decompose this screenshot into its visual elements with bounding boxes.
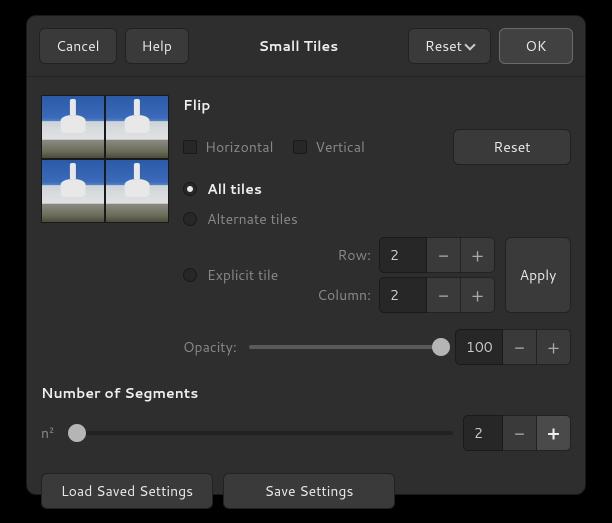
segments-slider-thumb[interactable]	[68, 424, 86, 442]
segments-increment-button[interactable]: +	[537, 415, 571, 451]
row-input[interactable]: 2	[379, 237, 427, 273]
row-spinner: 2 − +	[379, 237, 495, 273]
reset-label: Reset	[425, 36, 462, 56]
column-spinner: 2 − +	[379, 277, 495, 313]
preview-tile	[41, 159, 105, 223]
ok-button[interactable]: OK	[499, 28, 573, 64]
segments-input[interactable]: 2	[463, 415, 503, 451]
row-control: Row: 2 − +	[303, 237, 495, 273]
radio-button	[183, 182, 197, 196]
segments-slider[interactable]	[69, 431, 453, 435]
load-settings-button[interactable]: Load Saved Settings	[41, 473, 213, 509]
preview-image	[41, 95, 169, 223]
checkbox-box	[293, 140, 307, 154]
explicit-tile-row: Explicit tile Row: 2 − + Column:	[183, 237, 571, 313]
radio-button	[183, 212, 197, 226]
vertical-checkbox[interactable]: Vertical	[293, 137, 364, 157]
opacity-increment-button[interactable]: +	[537, 329, 571, 365]
column-input[interactable]: 2	[379, 277, 427, 313]
segments-decrement-button[interactable]: −	[503, 415, 537, 451]
column-label: Column:	[317, 285, 371, 305]
explicit-tile-radio[interactable]: Explicit tile	[183, 265, 293, 285]
opacity-spinner: 100 − +	[455, 329, 571, 365]
row-decrement-button[interactable]: −	[427, 237, 461, 273]
preview-tile	[105, 95, 169, 159]
vertical-label: Vertical	[315, 137, 364, 157]
opacity-label: Opacity:	[183, 337, 235, 357]
column-decrement-button[interactable]: −	[427, 277, 461, 313]
column-increment-button[interactable]: +	[461, 277, 495, 313]
row-label: Row:	[337, 245, 371, 265]
segments-title: Number of Segments	[41, 383, 571, 403]
flip-reset-button[interactable]: Reset	[453, 129, 571, 165]
help-button[interactable]: Help	[125, 28, 189, 64]
checkbox-box	[183, 140, 197, 154]
alternate-tiles-label: Alternate tiles	[207, 209, 298, 229]
opacity-slider[interactable]	[249, 345, 441, 349]
n-squared-label: n²	[41, 423, 59, 443]
opacity-decrement-button[interactable]: −	[503, 329, 537, 365]
opacity-row: Opacity: 100 − +	[183, 329, 571, 365]
preview-tile	[105, 159, 169, 223]
tile-mode-radios: All tiles Alternate tiles	[183, 179, 571, 229]
opacity-slider-thumb[interactable]	[432, 338, 450, 356]
dialog-content: Flip Horizontal Vertical Reset	[27, 77, 585, 523]
flip-panel: Flip Horizontal Vertical Reset	[183, 95, 571, 365]
horizontal-checkbox[interactable]: Horizontal	[183, 137, 273, 157]
alternate-tiles-radio[interactable]: Alternate tiles	[183, 209, 571, 229]
row-increment-button[interactable]: +	[461, 237, 495, 273]
opacity-input[interactable]: 100	[455, 329, 503, 365]
dialog-header: Cancel Help Small Tiles Reset OK	[27, 16, 585, 77]
save-settings-button[interactable]: Save Settings	[223, 473, 395, 509]
apply-button[interactable]: Apply	[505, 237, 571, 313]
cancel-button[interactable]: Cancel	[39, 28, 117, 64]
flip-title: Flip	[183, 95, 571, 115]
footer-buttons: Load Saved Settings Save Settings	[41, 473, 571, 509]
plus-icon: +	[547, 420, 559, 446]
segments-spinner: 2 − +	[463, 415, 571, 451]
segments-row: n² 2 − +	[41, 415, 571, 451]
top-section: Flip Horizontal Vertical Reset	[41, 95, 571, 365]
row-column-stack: Row: 2 − + Column: 2 −	[303, 237, 495, 313]
dialog-title: Small Tiles	[197, 36, 400, 56]
all-tiles-radio[interactable]: All tiles	[183, 179, 571, 199]
explicit-tile-label: Explicit tile	[207, 265, 278, 285]
horizontal-label: Horizontal	[205, 137, 273, 157]
chevron-down-icon	[464, 39, 475, 50]
column-control: Column: 2 − +	[303, 277, 495, 313]
flip-checkbox-row: Horizontal Vertical Reset	[183, 129, 571, 165]
dialog-window: Cancel Help Small Tiles Reset OK Flip Ho	[26, 15, 586, 495]
preview-tile	[41, 95, 105, 159]
radio-button	[183, 268, 197, 282]
reset-dropdown-button[interactable]: Reset	[408, 28, 491, 64]
all-tiles-label: All tiles	[207, 179, 262, 199]
